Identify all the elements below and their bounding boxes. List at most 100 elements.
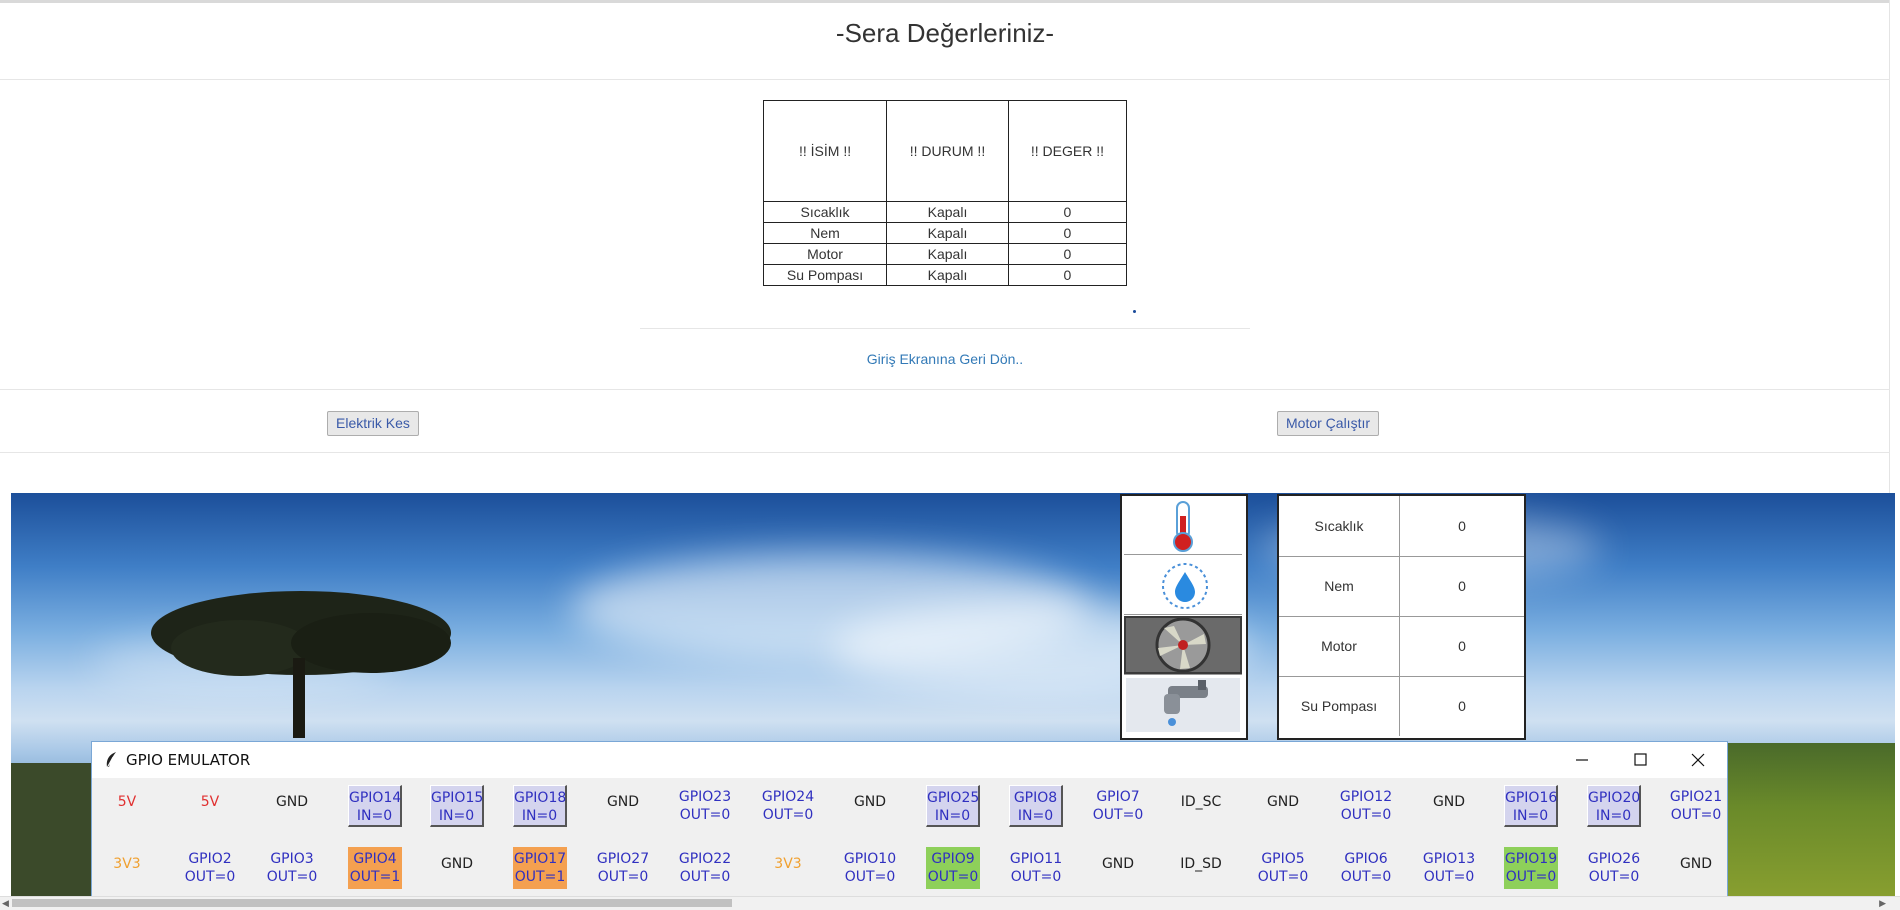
gpio-emulator-window: GPIO EMULATOR 5V 5V GND GPIO14 IN=0 GPIO15 IN=… (91, 741, 1728, 909)
pin-gpio15[interactable]: GPIO15 IN=0 (430, 785, 484, 827)
pin-gnd[interactable]: GND (843, 785, 897, 827)
pin-gpio4[interactable]: GPIO4 OUT=1 (348, 847, 402, 889)
pin-gpio10[interactable]: GPIO10 OUT=0 (843, 847, 897, 889)
motor-run-button[interactable]: Motor Çalıştır (1277, 411, 1380, 436)
pin-id-sc[interactable]: ID_SC (1174, 785, 1228, 827)
maximize-icon (1634, 753, 1647, 766)
scroll-right-icon[interactable]: ▶ (1879, 897, 1886, 910)
pin-gnd[interactable]: GND (265, 785, 319, 827)
pin-gpio9[interactable]: GPIO9 OUT=0 (926, 847, 980, 889)
pin-gpio25[interactable]: GPIO25 IN=0 (926, 785, 980, 827)
pin-gpio12[interactable]: GPIO12 OUT=0 (1339, 785, 1393, 827)
pin-gpio24[interactable]: GPIO24 OUT=0 (761, 785, 815, 827)
column-header-value: !! DEGER !! (1007, 100, 1128, 202)
power-off-button[interactable]: Elektrik Kes (327, 411, 419, 436)
small-dot (1133, 310, 1136, 313)
sensor-row: Nem 0 (1279, 556, 1524, 617)
sensor-value: 0 (1458, 578, 1466, 594)
pin-gnd[interactable]: GND (1669, 847, 1723, 889)
divider (0, 389, 1890, 390)
pin-gpio17[interactable]: GPIO17 OUT=1 (513, 847, 567, 889)
tree-silhouette (151, 591, 451, 738)
window-title: GPIO EMULATOR (126, 751, 251, 769)
cell-status: Kapalı (886, 264, 1009, 286)
values-table: !! İSİM !! !! DURUM !! !! DEGER !! Sıcak… (762, 100, 1128, 286)
cell-value: 0 (1007, 222, 1128, 244)
pin-gpio14[interactable]: GPIO14 IN=0 (348, 785, 402, 827)
top-border (0, 0, 1900, 3)
divider (0, 452, 1890, 453)
pin-gpio26[interactable]: GPIO26 OUT=0 (1587, 847, 1641, 889)
pin-gpio23[interactable]: GPIO23 OUT=0 (678, 785, 732, 827)
sensor-row: Motor 0 (1279, 616, 1524, 677)
pin-gpio16[interactable]: GPIO16 IN=0 (1504, 785, 1558, 827)
column-header-status: !! DURUM !! (886, 100, 1009, 202)
sensor-icon-column (1120, 494, 1248, 740)
cell-status: Kapalı (886, 222, 1009, 244)
pin-gpio2[interactable]: GPIO2 OUT=0 (183, 847, 237, 889)
table-row: Su Pompası Kapalı 0 (762, 264, 1128, 286)
cell-name: Nem (762, 222, 888, 244)
divider (640, 328, 1250, 329)
pin-gpio8[interactable]: GPIO8 IN=0 (1009, 785, 1063, 827)
pin-3v3[interactable]: 3V3 (761, 847, 815, 889)
pin-gpio7[interactable]: GPIO7 OUT=0 (1091, 785, 1145, 827)
back-to-login-link[interactable]: Giriş Ekranına Geri Dön.. (640, 351, 1250, 367)
pin-gnd[interactable]: GND (596, 785, 650, 827)
cell-status: Kapalı (886, 243, 1009, 265)
pin-gpio22[interactable]: GPIO22 OUT=0 (678, 847, 732, 889)
cell-value: 0 (1007, 201, 1128, 223)
scrollbar-thumb[interactable] (12, 899, 732, 907)
pin-gpio21[interactable]: GPIO21 OUT=0 (1669, 785, 1723, 827)
feather-icon (106, 752, 116, 769)
pin-gpio19[interactable]: GPIO19 OUT=0 (1504, 847, 1558, 889)
pin-gpio27[interactable]: GPIO27 OUT=0 (596, 847, 650, 889)
thermometer-icon (1124, 496, 1242, 555)
minimize-button[interactable] (1553, 742, 1611, 778)
sensor-name: Motor (1279, 616, 1400, 676)
sensor-value-table: Sıcaklık 0 Nem 0 Motor 0 Su Pompası 0 (1277, 494, 1526, 740)
maximize-button[interactable] (1611, 742, 1669, 778)
pin-3v3[interactable]: 3V3 (100, 847, 154, 889)
sensor-value: 0 (1458, 518, 1466, 534)
table-header-row: !! İSİM !! !! DURUM !! !! DEGER !! (762, 100, 1128, 202)
pin-gnd[interactable]: GND (1422, 785, 1476, 827)
water-drop-icon (1124, 556, 1242, 615)
pin-gpio5[interactable]: GPIO5 OUT=0 (1256, 847, 1310, 889)
sensor-row: Sıcaklık 0 (1279, 496, 1524, 557)
cell-status: Kapalı (886, 201, 1009, 223)
pin-gpio6[interactable]: GPIO6 OUT=0 (1339, 847, 1393, 889)
scroll-left-icon[interactable]: ◀ (2, 897, 9, 910)
cell-name: Sıcaklık (762, 201, 888, 223)
pin-gnd[interactable]: GND (1256, 785, 1310, 827)
sensor-name: Sıcaklık (1279, 496, 1400, 556)
column-header-name: !! İSİM !! (762, 100, 888, 202)
pin-gpio20[interactable]: GPIO20 IN=0 (1587, 785, 1641, 827)
window-title-bar[interactable]: GPIO EMULATOR (92, 742, 1727, 778)
close-button[interactable] (1669, 742, 1727, 778)
sensor-row: Su Pompası 0 (1279, 676, 1524, 736)
pin-gpio11[interactable]: GPIO11 OUT=0 (1009, 847, 1063, 889)
pin-id-sd[interactable]: ID_SD (1174, 847, 1228, 889)
fan-icon (1124, 616, 1242, 675)
pin-gpio13[interactable]: GPIO13 OUT=0 (1422, 847, 1476, 889)
pin-5v[interactable]: 5V (100, 785, 154, 827)
table-row: Sıcaklık Kapalı 0 (762, 201, 1128, 223)
sensor-name: Nem (1279, 556, 1400, 616)
faucet-icon (1124, 676, 1242, 734)
cell-name: Su Pompası (762, 264, 888, 286)
cell-name: Motor (762, 243, 888, 265)
cell-value: 0 (1007, 243, 1128, 265)
sensor-name: Su Pompası (1279, 676, 1400, 736)
pin-gnd[interactable]: GND (430, 847, 484, 889)
sensor-value: 0 (1458, 698, 1466, 714)
horizontal-scrollbar[interactable]: ◀ ▶ (0, 896, 1900, 910)
pin-gpio18[interactable]: GPIO18 IN=0 (513, 785, 567, 827)
sensor-value: 0 (1458, 638, 1466, 654)
pin-gpio3[interactable]: GPIO3 OUT=0 (265, 847, 319, 889)
page-title: -Sera Değerleriniz- (835, 18, 1055, 48)
minimize-icon (1576, 759, 1588, 761)
cell-value: 0 (1007, 264, 1128, 286)
pin-gnd[interactable]: GND (1091, 847, 1145, 889)
pin-5v[interactable]: 5V (183, 785, 237, 827)
